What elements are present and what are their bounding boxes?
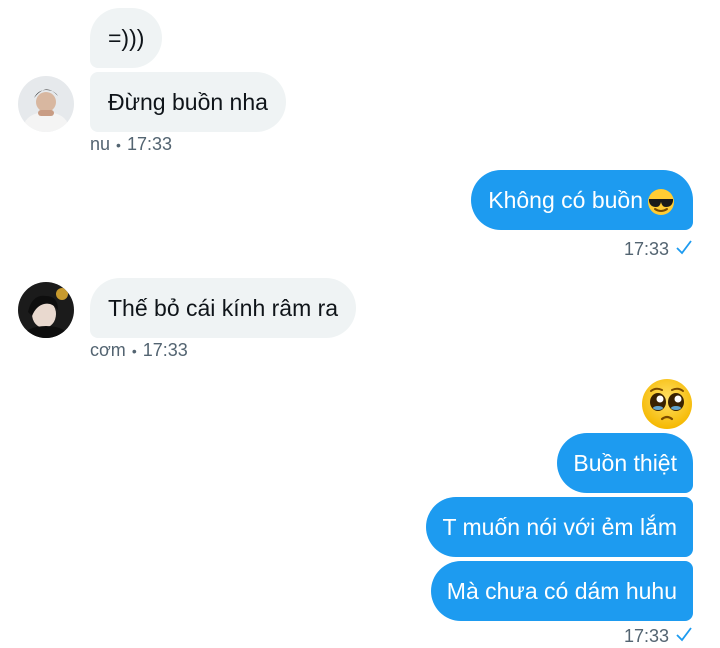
timestamp: 17:33 [126, 134, 172, 154]
avatar-image [18, 76, 74, 132]
timestamp: 17:33 [142, 340, 188, 360]
pleading-face-icon[interactable] [640, 377, 694, 431]
message-text: Mà chưa có dám huhu [446, 578, 677, 604]
message-meta: 17:33 [624, 238, 693, 261]
avatar-image [18, 282, 74, 338]
avatar[interactable] [18, 282, 74, 338]
message-bubble-incoming[interactable]: =))) [90, 8, 163, 68]
message-text: T muốn nói với ẻm lắm [442, 514, 677, 540]
message-bubble-outgoing[interactable]: Không có buồn [471, 170, 693, 230]
sender-name[interactable]: nu [90, 134, 110, 155]
message-meta: 17:33 [624, 625, 693, 648]
message-meta: cơm • 17:33 [90, 340, 188, 361]
check-icon [675, 238, 693, 261]
message-text: Không có buồn [488, 187, 643, 213]
message-text: Thế bỏ cái kính râm ra [108, 295, 339, 321]
check-icon [675, 625, 693, 648]
timestamp: 17:33 [623, 239, 669, 259]
separator-dot: • [116, 136, 121, 153]
timestamp: 17:33 [623, 626, 669, 646]
message-bubble-outgoing[interactable]: T muốn nói với ẻm lắm [426, 497, 693, 557]
message-text: Đừng buồn nha [108, 89, 268, 115]
separator-dot: • [131, 342, 137, 359]
message-bubble-outgoing[interactable]: Mà chưa có dám huhu [430, 561, 693, 621]
message-text: =))) [108, 25, 145, 51]
avatar[interactable] [18, 76, 74, 132]
message-bubble-outgoing[interactable]: Buồn thiệt [557, 433, 693, 493]
message-text: Buồn thiệt [573, 450, 677, 476]
message-bubble-incoming[interactable]: Đừng buồn nha [90, 72, 286, 132]
sunglasses-icon [645, 188, 677, 216]
message-meta: nu • 17:33 [90, 134, 172, 155]
message-bubble-incoming[interactable]: Thế bỏ cái kính râm ra [90, 278, 357, 338]
sender-name[interactable]: cơm [90, 340, 126, 361]
